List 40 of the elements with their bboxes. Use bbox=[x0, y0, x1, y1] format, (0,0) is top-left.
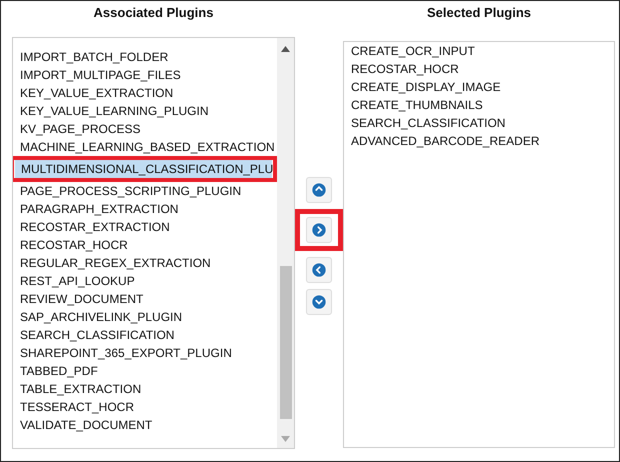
list-item[interactable]: REVIEW_DOCUMENT bbox=[14, 290, 276, 308]
move-up-button[interactable] bbox=[306, 177, 332, 203]
list-item[interactable]: TABLE_EXTRACTION bbox=[14, 380, 276, 398]
scrollbar[interactable] bbox=[277, 38, 294, 448]
list-item[interactable]: IMPORT_BATCH_FOLDER bbox=[14, 48, 276, 66]
list-item[interactable]: KEY_VALUE_EXTRACTION bbox=[14, 84, 276, 102]
list-item[interactable]: ADVANCED_BARCODE_READER bbox=[345, 132, 613, 150]
list-item[interactable]: SEARCH_CLASSIFICATION bbox=[345, 114, 613, 132]
list-item[interactable]: RECOSTAR_HOCR bbox=[345, 60, 613, 78]
list-item[interactable]: SAP_ARCHIVELINK_PLUGIN bbox=[14, 308, 276, 326]
panel-title: Selected Plugins bbox=[426, 4, 532, 22]
list-item[interactable]: CREATE_THUMBNAILS bbox=[345, 96, 613, 114]
chevron-down-icon bbox=[312, 295, 326, 309]
move-right-button[interactable] bbox=[306, 217, 332, 243]
move-down-button[interactable] bbox=[306, 289, 332, 315]
list-item[interactable]: REST_API_LOOKUP bbox=[14, 272, 276, 290]
list-item[interactable]: KEY_VALUE_LEARNING_PLUGIN bbox=[14, 102, 276, 120]
panel-title: Associated Plugins bbox=[94, 4, 214, 22]
list-item[interactable]: CREATE_OCR_INPUT bbox=[345, 42, 613, 60]
list-item[interactable]: MULTIDIMENSIONAL_CLASSIFICATION_PLU bbox=[15, 160, 272, 178]
list-item[interactable]: PAGE_PROCESS_SCRIPTING_PLUGIN bbox=[14, 182, 276, 200]
list-item[interactable]: TESSERACT_HOCR bbox=[14, 398, 276, 416]
list-item[interactable]: VALIDATE_DOCUMENT bbox=[14, 416, 276, 434]
list-item[interactable]: CREATE_DISPLAY_IMAGE bbox=[345, 78, 613, 96]
list-item[interactable]: REGULAR_REGEX_EXTRACTION bbox=[14, 254, 276, 272]
list-item[interactable]: PARAGRAPH_EXTRACTION bbox=[14, 200, 276, 218]
list-item[interactable]: KV_PAGE_PROCESS bbox=[14, 120, 276, 138]
chevron-left-icon bbox=[312, 263, 326, 277]
scroll-up-icon[interactable] bbox=[281, 46, 290, 52]
chevron-right-icon bbox=[312, 223, 326, 237]
chevron-up-icon bbox=[312, 183, 326, 197]
list-item[interactable]: SHAREPOINT_365_EXPORT_PLUGIN bbox=[14, 344, 276, 362]
list-item[interactable]: IMPORT_MULTIPAGE_FILES bbox=[14, 66, 276, 84]
move-left-button[interactable] bbox=[306, 257, 332, 283]
scroll-thumb[interactable] bbox=[280, 266, 292, 419]
list-item[interactable]: MACHINE_LEARNING_BASED_EXTRACTION bbox=[14, 138, 276, 156]
list-item[interactable]: SEARCH_CLASSIFICATION bbox=[14, 326, 276, 344]
list-item[interactable]: RECOSTAR_HOCR bbox=[14, 236, 276, 254]
list-item[interactable]: RECOSTAR_EXTRACTION bbox=[14, 218, 276, 236]
list-item[interactable]: TABBED_PDF bbox=[14, 362, 276, 380]
